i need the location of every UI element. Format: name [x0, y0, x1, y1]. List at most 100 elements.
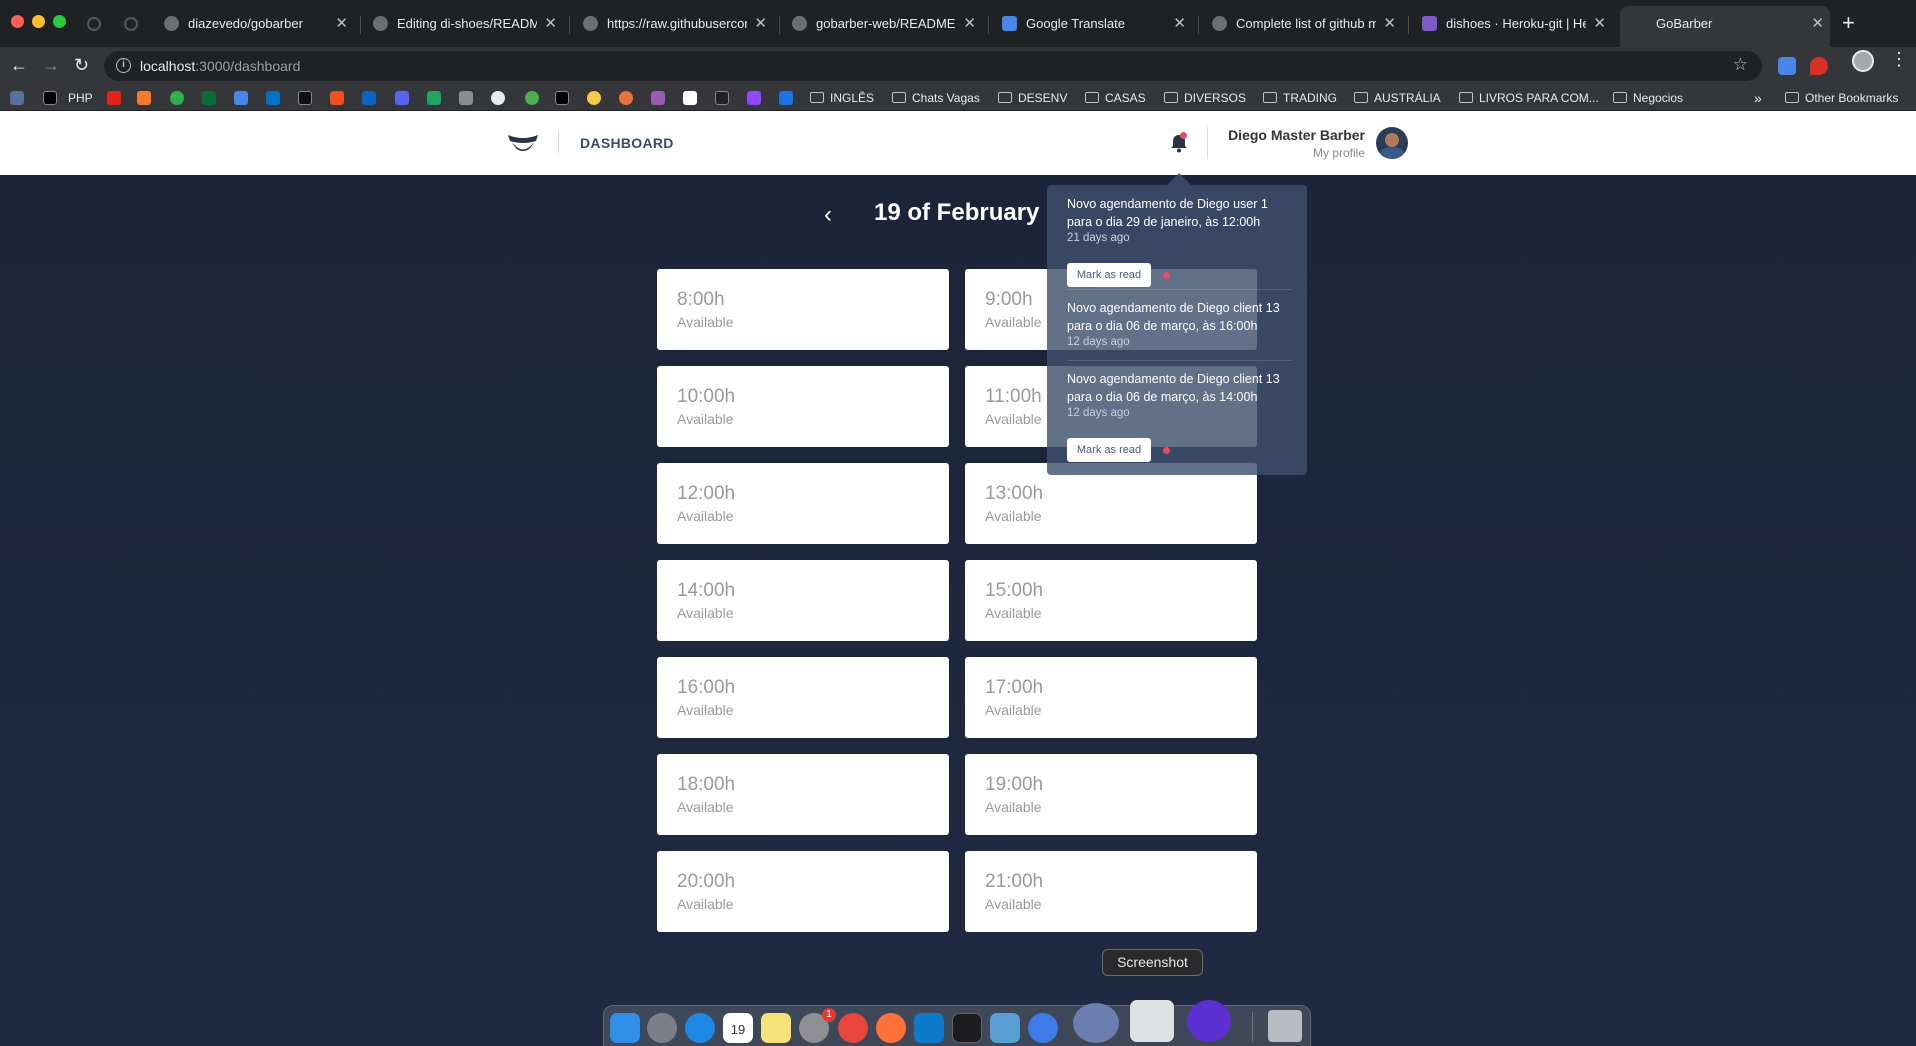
trash-icon[interactable]	[1268, 1010, 1302, 1042]
outlook-bookmark-icon[interactable]	[266, 91, 280, 105]
tab-editing-readme[interactable]: Editing di-shoes/README.md ✕	[373, 8, 563, 39]
bookmark-folder-livros[interactable]: LIVROS PARA COM...	[1459, 86, 1599, 110]
back-arrow-icon[interactable]: ←	[10, 55, 28, 76]
chrome-icon[interactable]	[838, 1013, 868, 1043]
linkedin-bookmark-icon[interactable]	[362, 91, 376, 105]
bookmark-star-icon[interactable]: ☆	[1733, 55, 1748, 75]
php-bookmark-icon[interactable]	[10, 91, 24, 105]
time-slot[interactable]: 13:00h Available	[965, 463, 1257, 544]
mongodb-bookmark-icon[interactable]	[525, 91, 539, 105]
medium-bookmark-icon[interactable]	[683, 91, 697, 105]
figma-bookmark-icon[interactable]	[330, 91, 344, 105]
time-slot[interactable]: 20:00h Available	[657, 851, 949, 932]
firefox-icon[interactable]	[876, 1013, 906, 1043]
time-slot[interactable]: 18:00h Available	[657, 754, 949, 835]
bookmark-icon[interactable]	[298, 91, 312, 105]
screenshot-icon[interactable]	[1130, 1000, 1174, 1042]
bookmark-folder-negocios[interactable]: Negocios	[1613, 86, 1683, 110]
close-tab-icon[interactable]: ✕	[1173, 8, 1186, 39]
close-window-button[interactable]	[11, 15, 24, 28]
time-slot[interactable]: 10:00h Available	[657, 366, 949, 447]
minimize-window-button[interactable]	[32, 15, 45, 28]
bookmark-icon[interactable]	[651, 91, 665, 105]
tab-google-translate[interactable]: Google Translate ✕	[1002, 8, 1192, 39]
github-bookmark-icon[interactable]	[491, 91, 505, 105]
bookmark-icon[interactable]	[459, 91, 473, 105]
bookmark-folder-ingles[interactable]: INGLÊS	[810, 86, 874, 110]
terminal-icon[interactable]	[952, 1013, 982, 1043]
tab-github-markdown-list[interactable]: Complete list of github markdown ✕	[1212, 8, 1402, 39]
bookmarks-overflow-button[interactable]: »	[1754, 86, 1762, 110]
my-profile-link[interactable]: My profile	[1313, 146, 1365, 160]
bookmark-icon[interactable]	[137, 91, 151, 105]
bookmark-icon[interactable]	[170, 91, 184, 105]
close-tab-icon[interactable]: ✕	[963, 8, 976, 39]
time-slot[interactable]: 12:00h Available	[657, 463, 949, 544]
tab-heroku-git[interactable]: dishoes · Heroku-git | Heroku ✕	[1422, 8, 1612, 39]
forward-arrow-icon[interactable]: →	[42, 55, 60, 76]
tab-raw-githubusercontent[interactable]: https://raw.githubusercontent.com ✕	[583, 8, 773, 39]
safari-icon[interactable]	[685, 1013, 715, 1043]
mark-as-read-button[interactable]: Mark as read	[1067, 438, 1151, 462]
close-tab-icon[interactable]: ✕	[1383, 8, 1396, 39]
close-tab-icon[interactable]: ✕	[1593, 8, 1606, 39]
close-tab-icon[interactable]: ✕	[754, 8, 767, 39]
time-slot[interactable]: 21:00h Available	[965, 851, 1257, 932]
google-drive-bookmark-icon[interactable]	[427, 91, 441, 105]
finder-icon[interactable]	[610, 1013, 640, 1043]
bookmark-folder-diversos[interactable]: DIVERSOS	[1164, 86, 1246, 110]
bookmark-icon[interactable]	[234, 91, 248, 105]
bookmark-icon[interactable]	[779, 91, 793, 105]
launchpad-icon[interactable]	[647, 1013, 677, 1043]
app-icon[interactable]	[1187, 1000, 1231, 1042]
previous-day-icon[interactable]: ‹	[824, 203, 832, 227]
translate-extension-icon[interactable]	[1778, 57, 1796, 75]
dev-to-bookmark-icon[interactable]	[555, 91, 569, 105]
vscode-icon[interactable]	[914, 1013, 944, 1043]
firefox-developer-icon[interactable]	[1028, 1013, 1058, 1043]
new-tab-button[interactable]: +	[1842, 10, 1855, 36]
calendar-icon[interactable]: 19	[723, 1013, 753, 1043]
tab-gobarber-active[interactable]: GoBarber ✕	[1620, 6, 1830, 47]
bookmark-icon[interactable]	[202, 91, 216, 105]
lastpass-extension-icon[interactable]	[1810, 57, 1828, 75]
bookmark-php[interactable]: PHP	[68, 86, 93, 110]
notes-icon[interactable]	[761, 1013, 791, 1043]
bookmark-folder-chats-vagas[interactable]: Chats Vagas	[892, 86, 980, 110]
maximize-window-button[interactable]	[53, 15, 66, 28]
bookmark-icon[interactable]	[619, 91, 633, 105]
twitch-bookmark-icon[interactable]	[747, 91, 761, 105]
mark-as-read-button[interactable]: Mark as read	[1067, 263, 1151, 287]
tab-gobarber-repo[interactable]: diazevedo/gobarber ✕	[164, 8, 354, 39]
bookmark-icon[interactable]	[587, 91, 601, 105]
discord-bookmark-icon[interactable]	[395, 91, 409, 105]
address-bar[interactable]: i localhost:3000/dashboard ☆	[104, 51, 1762, 81]
bookmark-icon[interactable]	[715, 91, 729, 105]
bookmark-folder-trading[interactable]: TRADING	[1263, 86, 1337, 110]
time-slot[interactable]: 16:00h Available	[657, 657, 949, 738]
user-avatar[interactable]	[1376, 127, 1408, 159]
time-slot[interactable]: 14:00h Available	[657, 560, 949, 641]
reload-icon[interactable]: ↻	[74, 55, 89, 76]
gobarber-logo-icon[interactable]	[506, 129, 540, 155]
browser-menu-icon[interactable]: ⋮	[1890, 49, 1908, 70]
pinned-tab-github-icon[interactable]	[87, 17, 101, 31]
bookmark-folder-australia[interactable]: AUSTRÁLIA	[1354, 86, 1441, 110]
bookmark-folder-desenv[interactable]: DESENV	[998, 86, 1067, 110]
close-tab-icon[interactable]: ✕	[1811, 6, 1824, 42]
time-slot[interactable]: 8:00h Available	[657, 269, 949, 350]
bookmark-folder-casas[interactable]: CASAS	[1085, 86, 1146, 110]
time-slot[interactable]: 19:00h Available	[965, 754, 1257, 835]
bookmark-folder-other[interactable]: Other Bookmarks	[1785, 86, 1898, 110]
site-info-icon[interactable]: i	[116, 58, 131, 73]
pinned-tab-github-icon[interactable]	[124, 17, 138, 31]
time-slot[interactable]: 17:00h Available	[965, 657, 1257, 738]
time-slot[interactable]: 15:00h Available	[965, 560, 1257, 641]
tab-gobarber-web-readme[interactable]: gobarber-web/README.md ✕	[792, 8, 982, 39]
youtube-bookmark-icon[interactable]	[107, 91, 121, 105]
close-tab-icon[interactable]: ✕	[544, 8, 557, 39]
close-tab-icon[interactable]: ✕	[335, 8, 348, 39]
app-icon[interactable]	[990, 1013, 1020, 1043]
tableplus-elephant-icon[interactable]	[1073, 1003, 1119, 1043]
browser-profile-avatar[interactable]	[1852, 50, 1874, 72]
